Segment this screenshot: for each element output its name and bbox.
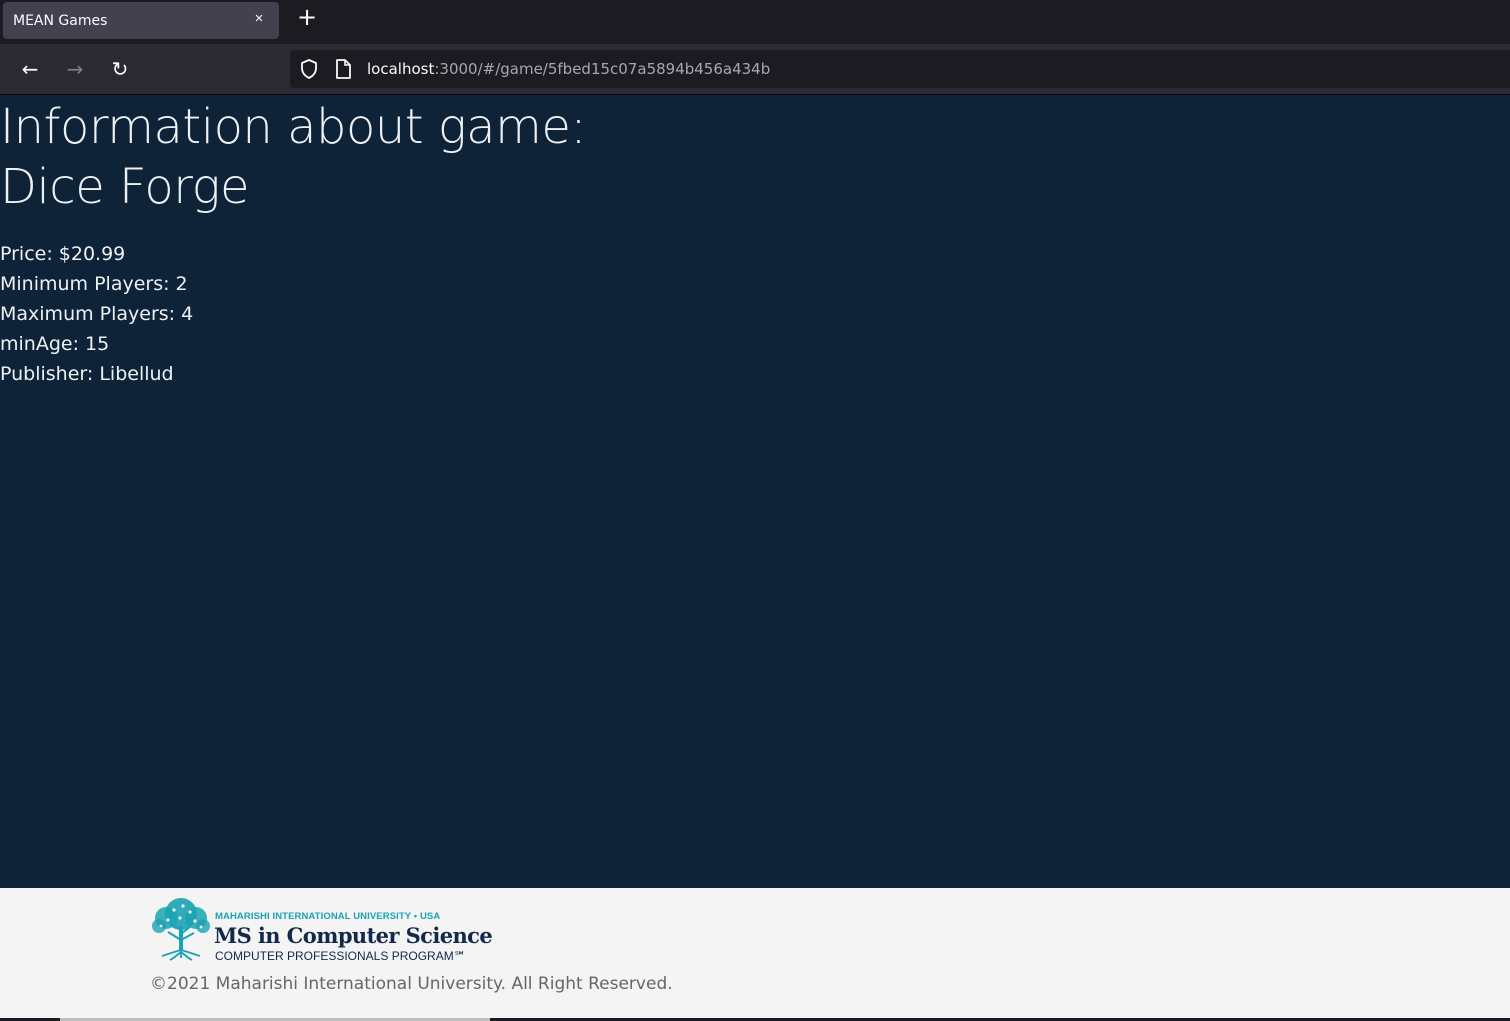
page-content: Information about game: Dice Forge Price… (0, 95, 1510, 888)
close-icon[interactable]: × (250, 10, 268, 28)
logo-university-line: MAHARISHI INTERNATIONAL UNIVERSITY • USA (215, 911, 441, 922)
logo-program-subtitle: COMPUTER PROFESSIONALS PROGRAM℠ (215, 949, 466, 963)
url-host: localhost (367, 60, 435, 78)
university-logo: MAHARISHI INTERNATIONAL UNIVERSITY • USA… (150, 896, 493, 963)
detail-max-players: Maximum Players: 4 (0, 303, 194, 325)
tab-title: MEAN Games (13, 12, 108, 29)
tree-logo-icon (152, 898, 210, 961)
detail-min-age: minAge: 15 (0, 333, 110, 355)
copyright-text: ©2021 Maharishi International University… (150, 974, 673, 994)
plus-icon[interactable]: + (294, 4, 320, 30)
browser-tab[interactable]: MEAN Games × (3, 2, 279, 39)
back-arrow-icon[interactable]: ← (16, 55, 44, 83)
footer: MAHARISHI INTERNATIONAL UNIVERSITY • USA… (0, 888, 1510, 1021)
detail-publisher: Publisher: Libellud (0, 363, 174, 385)
navigation-bar: ← → ↻ localhost:3000/#/game/5fbed15c07a5… (0, 44, 1510, 94)
page-icon[interactable] (331, 57, 355, 81)
detail-min-players: Minimum Players: 2 (0, 273, 188, 295)
game-details: Price: $20.99 Minimum Players: 2 Maximum… (0, 239, 1510, 389)
reload-icon[interactable]: ↻ (106, 55, 134, 83)
page-title: Information about game: Dice Forge (0, 97, 1510, 217)
page-title-line-1: Information about game: (0, 99, 587, 155)
url-text[interactable]: localhost:3000/#/game/5fbed15c07a5894b45… (367, 60, 770, 78)
game-title: Dice Forge (0, 159, 249, 215)
shield-icon[interactable] (297, 57, 321, 81)
forward-arrow-icon[interactable]: → (61, 55, 89, 83)
address-bar[interactable]: localhost:3000/#/game/5fbed15c07a5894b45… (290, 50, 1510, 88)
tab-bar: MEAN Games × + (0, 0, 1510, 44)
url-path: :3000/#/game/5fbed15c07a5894b456a434b (434, 60, 771, 78)
logo-program-name: MS in Computer Science (214, 923, 493, 948)
detail-price: Price: $20.99 (0, 243, 126, 265)
